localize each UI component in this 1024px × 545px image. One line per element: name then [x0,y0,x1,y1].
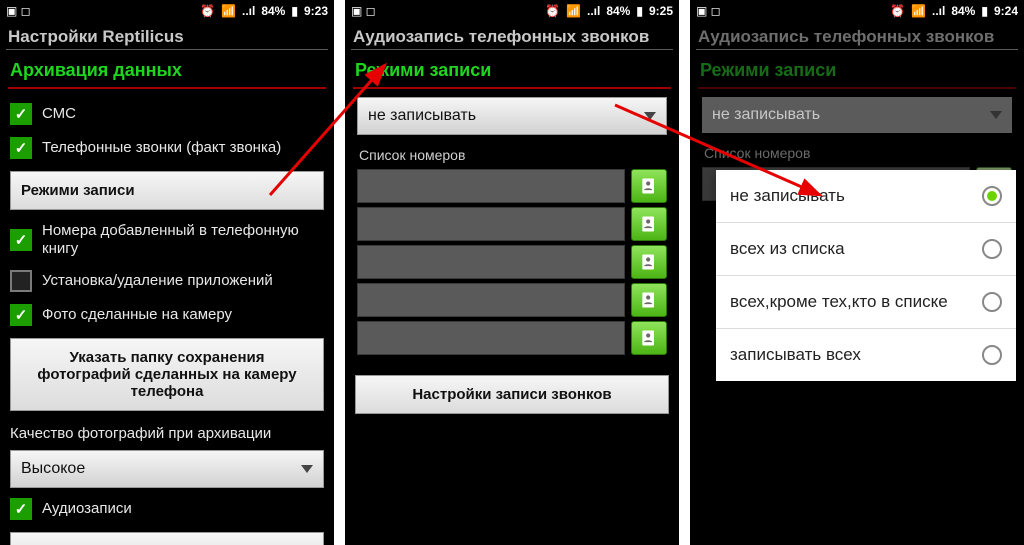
call-record-settings-button[interactable]: Настройки записи звонков [355,375,669,414]
checkbox-icon[interactable]: ✓ [10,304,32,326]
quality-select[interactable]: Высокое [10,450,324,488]
number-input[interactable] [357,207,625,241]
battery-text: 84% [951,4,975,18]
number-row [357,245,667,279]
signal-icon: ..ıl [932,4,945,18]
row-calls[interactable]: ✓ Телефонные звонки (факт звонка) [0,131,334,165]
alarm-icon: ⏰ [545,4,560,18]
option-do-not-record[interactable]: не записывать [716,170,1016,223]
option-record-all[interactable]: записывать всех [716,329,1016,381]
signal-icon: ..ıl [587,4,600,18]
row-contacts[interactable]: ✓ Номера добавленный в телефонную книгу [0,216,334,264]
accent-line [8,87,326,89]
number-input[interactable] [357,321,625,355]
signal-icon: ..ıl [242,4,255,18]
battery-icon: ▮ [636,4,643,18]
clock: 9:24 [994,4,1018,18]
chevron-down-icon [644,112,656,120]
battery-text: 84% [261,4,285,18]
app-title: Аудиозапись телефонных звонков [690,22,1024,49]
select-value: не записывать [368,107,476,125]
mode-select-dim: не записывать [702,97,1012,133]
radio-icon[interactable] [982,186,1002,206]
section-heading: Режими записи [345,50,679,87]
status-bar: ▣ ◻ ⏰ 📶 ..ıl 84% ▮ 9:23 [0,0,334,22]
row-sms[interactable]: ✓ СМС [0,97,334,131]
app-title: Настройки Reptilicus [0,22,334,49]
option-label: не записывать [730,186,845,206]
label: Аудиозаписи [42,500,132,518]
battery-icon: ▮ [981,4,988,18]
notif-icon: ▣ ◻ [351,4,376,18]
alarm-icon: ⏰ [890,4,905,18]
audio-folder-button[interactable]: Указать папку сохранения аудио [10,532,324,545]
option-label: всех,кроме тех,кто в списке [730,292,948,312]
option-label: всех из списка [730,239,845,259]
record-modes-button[interactable]: Режими записи [10,171,324,210]
notif-icon: ▣ ◻ [6,4,31,18]
photo-folder-button[interactable]: Указать папку сохранения фотографий сдел… [10,338,324,411]
row-audio[interactable]: ✓ Аудиозаписи [0,492,334,526]
number-input[interactable] [357,169,625,203]
wifi-icon: 📶 [911,4,926,18]
contact-picker-button[interactable] [631,245,667,279]
notif-icon: ▣ ◻ [696,4,721,18]
app-title: Аудиозапись телефонных звонков [345,22,679,49]
contact-picker-button[interactable] [631,283,667,317]
label: Установка/удаление приложений [42,272,273,290]
radio-icon[interactable] [982,239,1002,259]
accent-line [353,87,671,89]
checkbox-icon[interactable]: ✓ [10,498,32,520]
section-heading: Архивация данных [0,50,334,87]
contact-picker-button[interactable] [631,207,667,241]
number-input[interactable] [357,283,625,317]
option-label: записывать всех [730,345,861,365]
number-list-label: Список номеров [345,141,679,165]
status-bar: ▣ ◻ ⏰ 📶 ..ıl 84% ▮ 9:25 [345,0,679,22]
screen-mode-popup: ▣ ◻ ⏰ 📶 ..ıl 84% ▮ 9:24 Аудиозапись теле… [690,0,1024,545]
status-bar: ▣ ◻ ⏰ 📶 ..ıl 84% ▮ 9:24 [690,0,1024,22]
number-input[interactable] [357,245,625,279]
battery-icon: ▮ [291,4,298,18]
radio-icon[interactable] [982,345,1002,365]
clock: 9:23 [304,4,328,18]
checkbox-icon[interactable]: ✓ [10,229,32,251]
row-photos[interactable]: ✓ Фото сделанные на камеру [0,298,334,332]
checkbox-icon[interactable]: ✓ [10,103,32,125]
screen-settings: ▣ ◻ ⏰ 📶 ..ıl 84% ▮ 9:23 Настройки Reptil… [0,0,334,545]
label: Номера добавленный в телефонную книгу [42,222,324,258]
alarm-icon: ⏰ [200,4,215,18]
label: СМС [42,105,76,123]
clock: 9:25 [649,4,673,18]
select-value: не записывать [712,106,820,124]
battery-text: 84% [606,4,630,18]
number-row [357,321,667,355]
option-all-in-list[interactable]: всех из списка [716,223,1016,276]
contact-picker-button[interactable] [631,321,667,355]
checkbox-icon[interactable] [10,270,32,292]
row-apps[interactable]: Установка/удаление приложений [0,264,334,298]
number-row [357,207,667,241]
label: Телефонные звонки (факт звонка) [42,139,281,157]
checkbox-icon[interactable]: ✓ [10,137,32,159]
option-all-except-list[interactable]: всех,кроме тех,кто в списке [716,276,1016,329]
radio-icon[interactable] [982,292,1002,312]
screen-record-modes: ▣ ◻ ⏰ 📶 ..ıl 84% ▮ 9:25 Аудиозапись теле… [345,0,679,545]
accent-line [698,87,1016,89]
chevron-down-icon [990,111,1002,119]
wifi-icon: 📶 [566,4,581,18]
number-list-label: Список номеров [690,139,1024,163]
number-row [357,283,667,317]
chevron-down-icon [301,465,313,473]
contact-picker-button[interactable] [631,169,667,203]
wifi-icon: 📶 [221,4,236,18]
quality-label: Качество фотографий при архивации [0,417,334,446]
mode-select[interactable]: не записывать [357,97,667,135]
section-heading: Режими записи [690,50,1024,87]
select-value: Высокое [21,460,85,478]
label: Фото сделанные на камеру [42,306,232,324]
number-row [357,169,667,203]
mode-options-popup: не записывать всех из списка всех,кроме … [716,170,1016,381]
